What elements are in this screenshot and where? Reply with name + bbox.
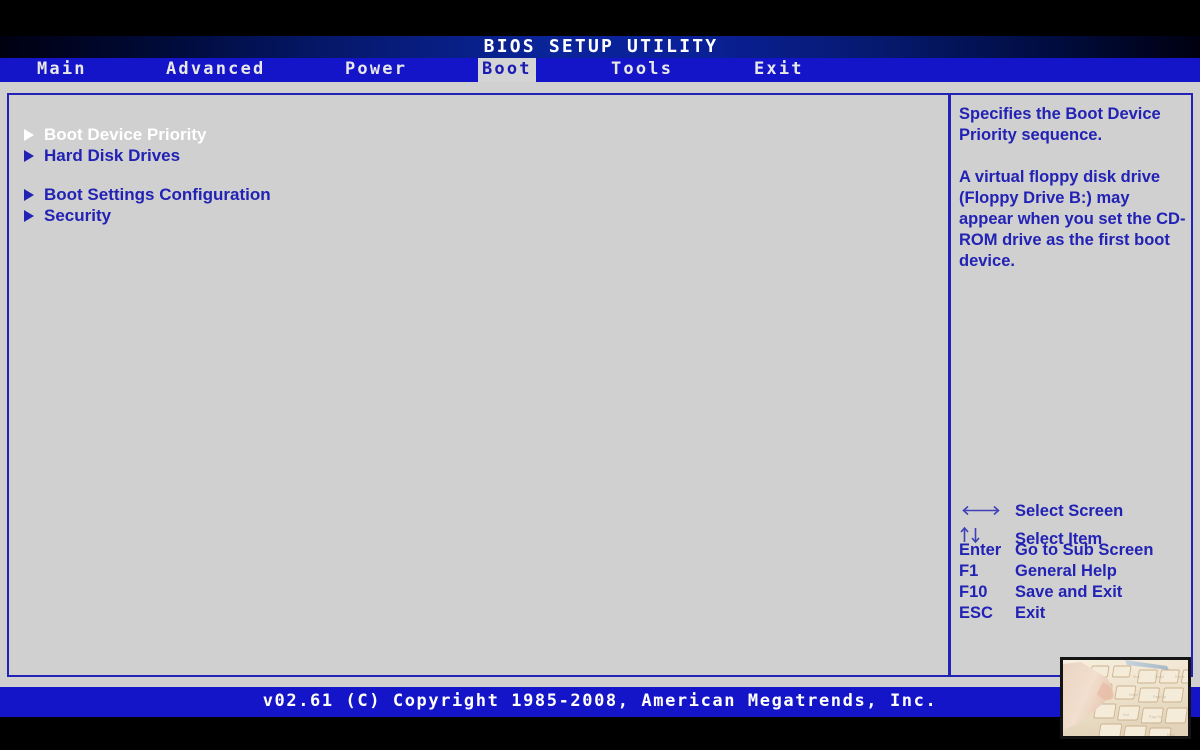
help-paragraph: Specifies the Boot Device Priority seque…	[959, 105, 1161, 144]
tab-boot[interactable]: Boot	[478, 58, 536, 82]
menu-bar: Main Advanced Power Boot Tools Exit	[0, 58, 1200, 82]
menu-item-boot-device-priority[interactable]: Boot Device Priority	[24, 124, 924, 145]
key-legend-desc: Save and Exit	[1015, 583, 1123, 601]
key-legend-key: Enter	[959, 541, 1002, 559]
triangle-right-icon	[24, 188, 34, 201]
left-right-arrow-icon	[959, 499, 1015, 516]
key-legend-desc: General Help	[1015, 562, 1117, 580]
keyboard-photo-image: Num Scroll Pause Home Page Up End Page D…	[1063, 660, 1188, 736]
menu-item-hard-disk-drives[interactable]: Hard Disk Drives	[24, 145, 924, 166]
key-legend-desc: Exit	[1015, 604, 1046, 622]
triangle-right-icon	[24, 149, 34, 162]
key-legend-row: ESC Exit	[959, 604, 1191, 625]
triangle-right-icon	[24, 128, 34, 141]
tab-main[interactable]: Main	[33, 58, 91, 82]
bios-setup-screen: BIOS SETUP UTILITY Main Advanced Power B…	[0, 0, 1200, 750]
settings-list: Boot Device Priority Hard Disk Drives Bo…	[24, 124, 924, 226]
top-letterbox	[0, 0, 1200, 36]
key-legend: Select Screen Select Item Enter Go to Su…	[959, 499, 1191, 625]
key-legend-row: Select Screen	[959, 499, 1191, 520]
bottom-letterbox	[0, 717, 1200, 750]
triangle-right-icon	[24, 209, 34, 222]
key-legend-desc: Select Screen	[1015, 502, 1124, 520]
key-legend-row: Enter Go to Sub Screen	[959, 541, 1191, 562]
key-legend-row: Select Item	[959, 520, 1191, 548]
page-title: BIOS SETUP UTILITY	[483, 36, 719, 57]
key-legend-key: F10	[959, 583, 988, 601]
help-pane: Specifies the Boot Device Priority seque…	[959, 104, 1187, 272]
menu-item-label: Security	[44, 205, 112, 225]
menu-item-security[interactable]: Security	[24, 205, 924, 226]
key-legend-key: ESC	[959, 604, 993, 622]
menu-item-label: Boot Device Priority	[44, 124, 207, 144]
key-legend-row: F10 Save and Exit	[959, 583, 1191, 604]
help-paragraph: A virtual floppy disk drive (Floppy Driv…	[959, 168, 1186, 270]
tab-tools[interactable]: Tools	[607, 58, 677, 82]
menu-item-label: Hard Disk Drives	[44, 145, 181, 165]
tab-power[interactable]: Power	[341, 58, 411, 82]
tab-advanced[interactable]: Advanced	[162, 58, 269, 82]
copyright-text: v02.61 (C) Copyright 1985-2008, American…	[262, 691, 938, 711]
key-legend-desc: Go to Sub Screen	[1015, 541, 1154, 559]
menu-item-label: Boot Settings Configuration	[44, 184, 271, 204]
key-legend-key: F1	[959, 562, 979, 580]
keyboard-photo-inset: Num Scroll Pause Home Page Up End Page D…	[1060, 657, 1191, 739]
panel-divider	[948, 93, 951, 677]
menu-item-boot-settings-configuration[interactable]: Boot Settings Configuration	[24, 184, 924, 205]
key-legend-row: F1 General Help	[959, 562, 1191, 583]
tab-exit[interactable]: Exit	[750, 58, 808, 82]
